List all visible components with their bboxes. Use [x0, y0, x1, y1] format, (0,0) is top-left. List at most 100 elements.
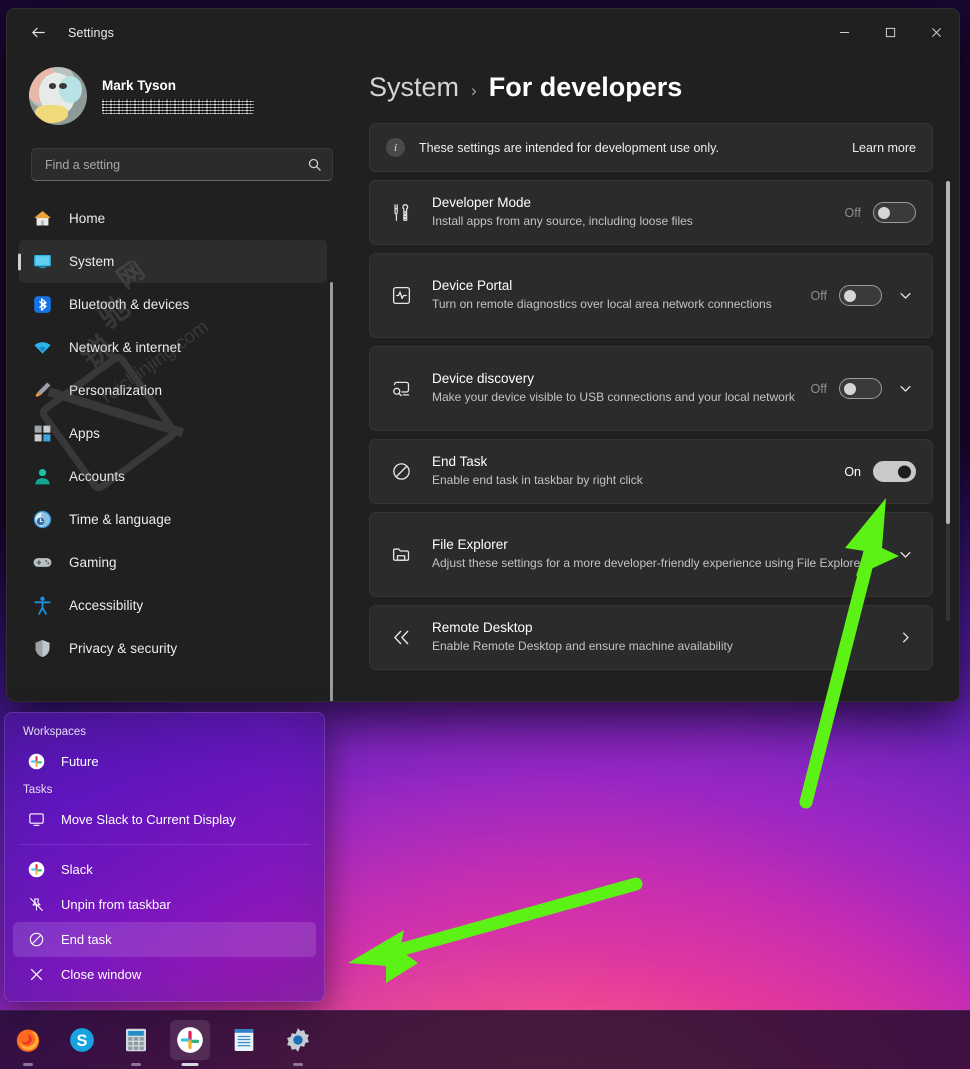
context-menu-item-move-slack[interactable]: Move Slack to Current Display: [13, 802, 316, 837]
search-icon: [307, 157, 322, 172]
setting-card-file-explorer[interactable]: File Explorer Adjust these settings for …: [369, 512, 933, 597]
end-task-toggle[interactable]: [873, 461, 916, 482]
context-menu-item-label: End task: [61, 932, 112, 947]
minimize-icon: [839, 27, 850, 38]
taskbar-item-slack[interactable]: [170, 1020, 210, 1060]
sidebar-item-accounts[interactable]: Accounts: [19, 455, 327, 498]
account-name: Mark Tyson: [102, 78, 254, 93]
system-monitor-icon: [31, 251, 53, 273]
slack-icon: [27, 860, 46, 879]
sidebar-item-label: Privacy & security: [69, 641, 177, 656]
sidebar-item-label: Network & internet: [69, 340, 181, 355]
sidebar-item-apps[interactable]: Apps: [19, 412, 327, 455]
setting-title: Developer Mode: [432, 195, 845, 210]
context-menu-divider: [19, 844, 310, 845]
window-title: Settings: [68, 26, 114, 40]
context-menu-item-unpin[interactable]: Unpin from taskbar: [13, 887, 316, 922]
taskbar-item-calculator[interactable]: [116, 1020, 156, 1060]
sidebar-item-gaming[interactable]: Gaming: [19, 541, 327, 584]
sidebar-item-label: Accounts: [69, 469, 125, 484]
setting-card-device-discovery[interactable]: Device discovery Make your device visibl…: [369, 346, 933, 431]
context-menu-item-slack[interactable]: Slack: [13, 852, 316, 887]
home-icon: [31, 208, 53, 230]
unpin-icon: [27, 895, 46, 914]
setting-card-device-portal[interactable]: Device Portal Turn on remote diagnostics…: [369, 253, 933, 338]
setting-description: Adjust these settings for a more develop…: [432, 555, 894, 572]
sidebar-item-bluetooth-devices[interactable]: Bluetooth & devices: [19, 283, 327, 326]
context-menu-item-future[interactable]: Future: [13, 744, 316, 779]
sidebar-item-system[interactable]: System: [19, 240, 327, 283]
back-arrow-icon: [30, 24, 47, 41]
chevron-down-icon[interactable]: [894, 378, 916, 400]
toggle-state-label: Off: [845, 206, 861, 220]
context-menu-item-label: Move Slack to Current Display: [61, 812, 236, 827]
setting-card-remote-desktop[interactable]: Remote Desktop Enable Remote Desktop and…: [369, 605, 933, 670]
chevron-down-icon[interactable]: [894, 285, 916, 307]
shield-icon: [31, 638, 53, 660]
sidebar-item-label: Apps: [69, 426, 100, 441]
sidebar-item-accessibility[interactable]: Accessibility: [19, 584, 327, 627]
window-title-bar: Settings: [7, 9, 959, 56]
breadcrumb-parent[interactable]: System: [369, 72, 459, 103]
taskbar-item-firefox[interactable]: [8, 1020, 48, 1060]
developer-mode-toggle[interactable]: [873, 202, 916, 223]
taskbar-context-menu: Workspaces Future Tasks Move Slack to Cu…: [4, 712, 325, 1002]
sidebar-item-label: Personalization: [69, 383, 162, 398]
setting-description: Enable end task in taskbar by right clic…: [432, 472, 844, 489]
slack-icon: [27, 752, 46, 771]
device-portal-toggle[interactable]: [839, 285, 882, 306]
info-banner: i These settings are intended for develo…: [369, 123, 933, 172]
sidebar-item-privacy-security[interactable]: Privacy & security: [19, 627, 327, 670]
setting-title: Device Portal: [432, 278, 811, 293]
taskbar-item-skype[interactable]: S: [62, 1020, 102, 1060]
sidebar-item-home[interactable]: Home: [19, 197, 327, 240]
account-block[interactable]: Mark Tyson: [7, 56, 347, 130]
main-scrollbar[interactable]: [946, 181, 950, 621]
learn-more-link[interactable]: Learn more: [852, 141, 916, 155]
sidebar-item-personalization[interactable]: Personalization: [19, 369, 327, 412]
info-icon: i: [386, 138, 405, 157]
gamepad-icon: [31, 552, 53, 574]
chevron-right-icon[interactable]: [894, 627, 916, 649]
main-content: System › For developers i These settings…: [347, 56, 959, 701]
prohibited-icon: [27, 930, 46, 949]
breadcrumb: System › For developers: [369, 56, 933, 123]
prohibited-icon: [386, 461, 416, 482]
taskbar-item-settings[interactable]: [278, 1020, 318, 1060]
calculator-icon: [122, 1026, 150, 1054]
maximize-button[interactable]: [867, 9, 913, 56]
context-menu-item-label: Close window: [61, 967, 141, 982]
search-input[interactable]: [45, 158, 307, 172]
device-discovery-toggle[interactable]: [839, 378, 882, 399]
toggle-state-label: On: [844, 465, 861, 479]
context-menu-section-workspaces: Workspaces: [9, 721, 320, 744]
monitor-icon: [27, 810, 46, 829]
sidebar-item-label: System: [69, 254, 114, 269]
close-x-icon: [27, 965, 46, 984]
back-button[interactable]: [21, 17, 55, 49]
skype-icon: S: [68, 1026, 96, 1054]
sidebar-item-time-language[interactable]: Time & language: [19, 498, 327, 541]
device-search-icon: [386, 378, 416, 399]
firefox-icon: [14, 1026, 42, 1054]
taskbar-item-notepad[interactable]: [224, 1020, 264, 1060]
setting-title: End Task: [432, 454, 844, 469]
context-menu-section-tasks: Tasks: [9, 779, 320, 802]
context-menu-item-close-window[interactable]: Close window: [13, 957, 316, 992]
sidebar-item-label: Gaming: [69, 555, 117, 570]
sidebar-item-network-internet[interactable]: Network & internet: [19, 326, 327, 369]
sidebar-scrollbar[interactable]: [330, 282, 333, 702]
search-box[interactable]: [31, 148, 333, 181]
toggle-state-label: Off: [811, 289, 827, 303]
chevron-down-icon[interactable]: [894, 544, 916, 566]
sidebar-nav-list: Home System Bluetooth & devices: [7, 197, 347, 670]
minimize-button[interactable]: [821, 9, 867, 56]
setting-card-developer-mode[interactable]: Developer Mode Install apps from any sou…: [369, 180, 933, 245]
context-menu-item-label: Future: [61, 754, 99, 769]
sidebar: Mark Tyson Home: [7, 56, 347, 701]
close-button[interactable]: [913, 9, 959, 56]
paintbrush-icon: [31, 380, 53, 402]
context-menu-item-end-task[interactable]: End task: [13, 922, 316, 957]
setting-card-end-task[interactable]: End Task Enable end task in taskbar by r…: [369, 439, 933, 504]
setting-description: Turn on remote diagnostics over local ar…: [432, 296, 811, 313]
